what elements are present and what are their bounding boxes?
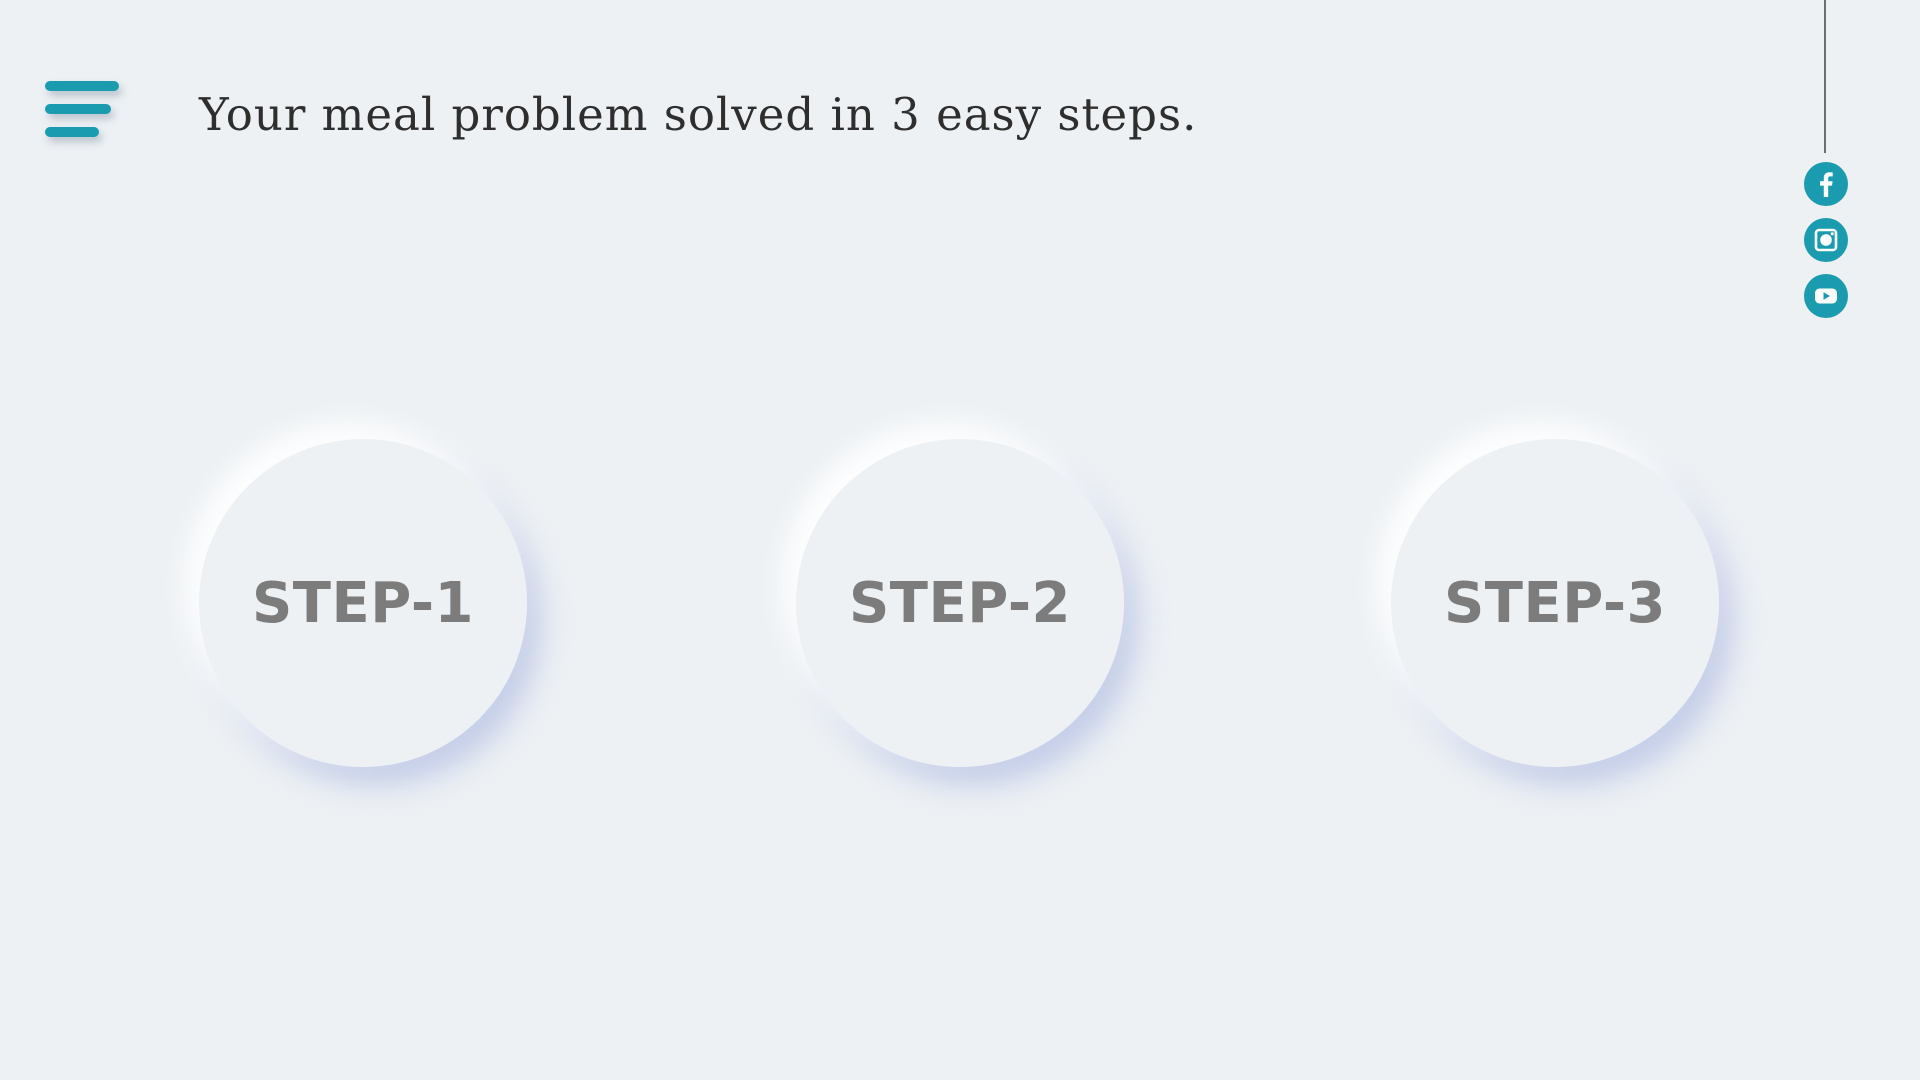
page-headline: Your meal problem solved in 3 easy steps… [199,88,1198,141]
menu-bar-middle [45,104,111,114]
facebook-icon[interactable] [1804,162,1848,206]
step-2-button[interactable]: STEP-2 [796,439,1124,767]
hamburger-menu-button[interactable] [45,78,121,146]
step-label: STEP-3 [1443,570,1667,636]
social-links [1804,162,1848,330]
step-3-button[interactable]: STEP-3 [1391,439,1719,767]
menu-bar-top [45,81,119,91]
social-divider-line [1824,0,1826,153]
instagram-icon[interactable] [1804,218,1848,262]
menu-bar-bottom [45,127,99,137]
step-label: STEP-2 [848,570,1072,636]
youtube-icon[interactable] [1804,274,1848,318]
step-1-button[interactable]: STEP-1 [199,439,527,767]
step-label: STEP-1 [251,570,475,636]
